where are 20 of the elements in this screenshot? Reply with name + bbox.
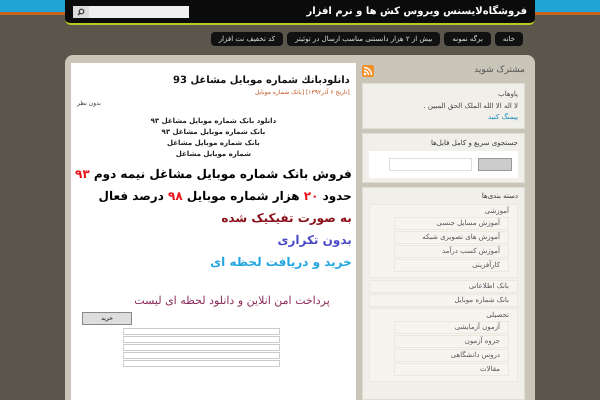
promo-line: خرید و دریافت لحظه ای <box>210 254 352 271</box>
search-icon <box>77 8 85 16</box>
rss-icon[interactable] <box>362 65 374 77</box>
subscribe-heading: مشترک شوید <box>474 64 525 78</box>
post-title[interactable]: دانلودبانك شماره موبايل مشاغل 93 <box>77 73 350 88</box>
site-title: فروشگاه‌لایسنس ویروس کش ها و نرم افزار <box>306 4 527 19</box>
search-field[interactable] <box>89 6 189 18</box>
file-search-field[interactable] <box>389 158 472 171</box>
promo-line: بدون تکراری <box>277 232 352 249</box>
promo-line: فروش بانک شماره موبایل مشاغل نیمه دوم ۹۳ <box>75 166 352 183</box>
search-submit-button[interactable] <box>478 158 512 171</box>
form-input[interactable] <box>122 344 280 350</box>
payment-text: پرداخت امن انلاین و دانلود لحظه ای لیست <box>133 293 331 309</box>
promo-line: به صورت تفیکیک شده <box>221 210 352 227</box>
form-input[interactable] <box>122 360 280 366</box>
search-button[interactable] <box>73 6 89 18</box>
promo-line: حدود ۲۰ هزار شماره موبایل ۹۸ درصد فعال <box>98 188 352 205</box>
form-input[interactable] <box>122 352 280 358</box>
form-input[interactable] <box>122 328 280 334</box>
form-input[interactable] <box>122 336 280 342</box>
